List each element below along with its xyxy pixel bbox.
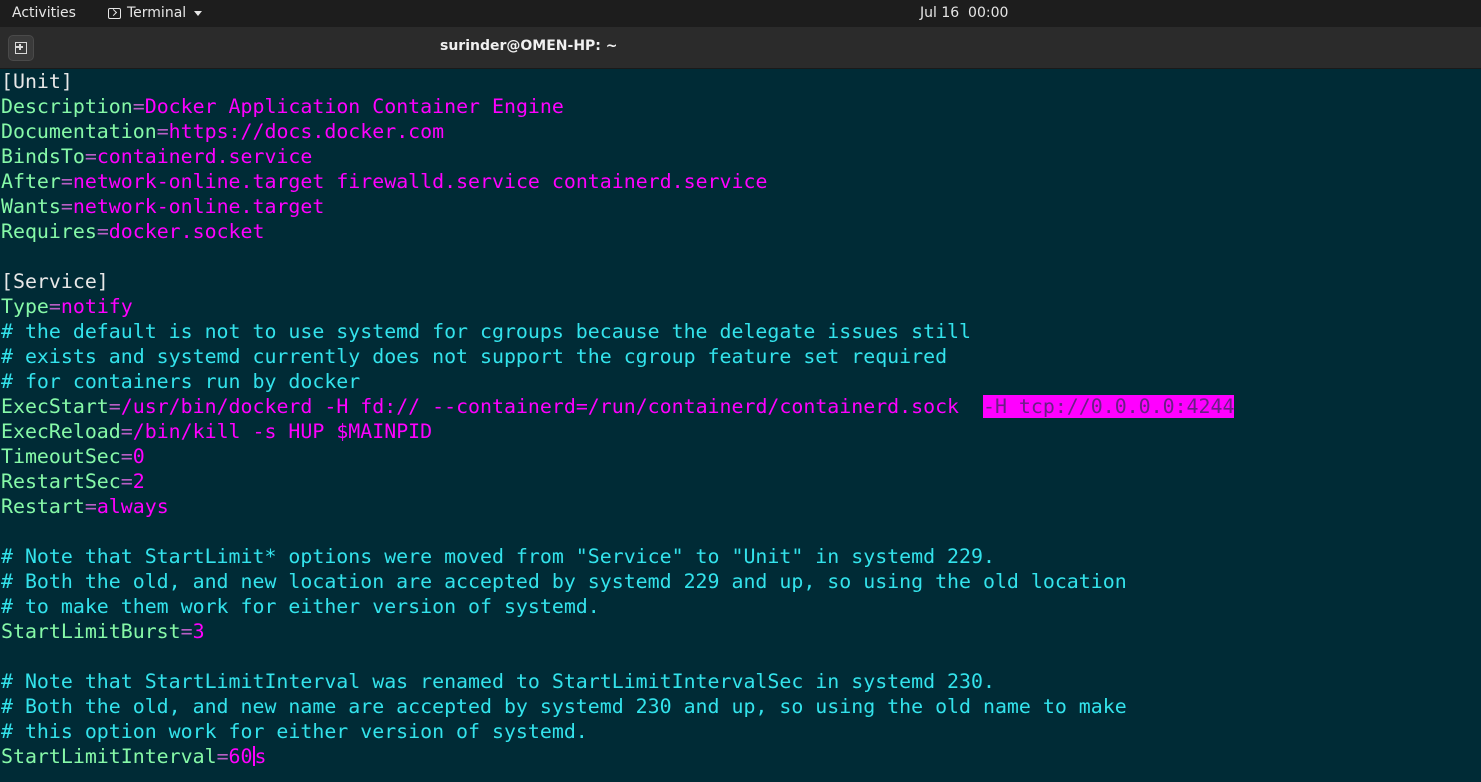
top-bar: Activities Terminal Jul 16 00:00 [0, 0, 1481, 27]
editor-line: # Note that StartLimitInterval was renam… [1, 669, 1234, 694]
equals-sign: = [120, 470, 133, 493]
editor-line: Documentation=https://docs.docker.com [1, 119, 1234, 144]
directive-value: docker.socket [108, 220, 265, 243]
comment-text: # exists and systemd currently does not … [1, 345, 948, 368]
activities-button[interactable]: Activities [12, 5, 76, 21]
directive-key: StartLimitBurst [1, 620, 181, 643]
editor-line: [Unit] [1, 69, 1234, 94]
comment-text: # for containers run by docker [1, 370, 361, 393]
terminal-header-bar: surinder@OMEN-HP: ~ [0, 27, 1481, 69]
directive-key: Requires [1, 220, 97, 243]
editor-line: # Both the old, and new name are accepte… [1, 694, 1234, 719]
directive-value: 60 [228, 745, 253, 768]
directive-key: Type [1, 295, 49, 318]
section-header: [Unit] [1, 70, 73, 93]
directive-key: TimeoutSec [1, 445, 121, 468]
directive-value: network-online.target [72, 195, 325, 218]
editor-line: StartLimitBurst=3 [1, 619, 1234, 644]
directive-value: 0 [132, 445, 145, 468]
editor-line: StartLimitInterval=60 s [1, 744, 1234, 769]
editor-line: # this option work for either version of… [1, 719, 1234, 744]
editor-line: Restart=always [1, 494, 1234, 519]
editor-line: # the default is not to use systemd for … [1, 319, 1234, 344]
directive-key: Documentation [1, 120, 157, 143]
editor-line: # to make them work for either version o… [1, 594, 1234, 619]
editor-line: RestartSec=2 [1, 469, 1234, 494]
equals-sign: = [60, 170, 73, 193]
directive-value: Docker Application Container Engine [144, 95, 564, 118]
equals-sign: = [84, 495, 97, 518]
directive-key: ExecReload [1, 420, 121, 443]
editor-line: Type=notify [1, 294, 1234, 319]
app-menu-terminal[interactable]: Terminal [108, 5, 203, 21]
equals-sign: = [132, 95, 145, 118]
directive-key: ExecStart [1, 395, 109, 418]
directive-key: Restart [1, 495, 85, 518]
editor-line: # for containers run by docker [1, 369, 1234, 394]
editor-line: # Note that StartLimit* options were mov… [1, 544, 1234, 569]
directive-value: always [96, 495, 169, 518]
equals-sign: = [156, 120, 169, 143]
editor-line: Wants=network-online.target [1, 194, 1234, 219]
directive-key: RestartSec [1, 470, 121, 493]
editor-text[interactable]: [Unit] Description=Docker Application Con… [1, 69, 1235, 769]
directive-key: Wants [1, 195, 61, 218]
editor-line: [Service] [1, 269, 1234, 294]
editor-line: Requires=docker.socket [1, 219, 1234, 244]
editor-line: # exists and systemd currently does not … [1, 344, 1234, 369]
equals-sign: = [108, 395, 121, 418]
equals-sign: = [96, 220, 109, 243]
editor-line: BindsTo=containerd.service [1, 144, 1234, 169]
editor-line: TimeoutSec=0 [1, 444, 1234, 469]
equals-sign: = [180, 620, 193, 643]
directive-key: After [1, 170, 61, 193]
directive-value: network-online.target firewalld.service … [72, 170, 768, 193]
comment-text: # Both the old, and new name are accepte… [1, 695, 1127, 718]
window-title: surinder@OMEN-HP: ~ [440, 38, 618, 54]
terminal-icon [108, 7, 121, 19]
comment-text: # the default is not to use systemd for … [1, 320, 971, 343]
editor-line: ExecReload=/bin/kill -s HUP $MAINPID [1, 419, 1234, 444]
equals-sign: = [120, 445, 133, 468]
editor-line: After=network-online.target firewalld.se… [1, 169, 1234, 194]
directive-value: 2 [132, 470, 145, 493]
terminal-content[interactable]: [Unit] Description=Docker Application Con… [0, 69, 1481, 782]
editor-line: # Both the old, and new location are acc… [1, 569, 1234, 594]
directive-value: https://docs.docker.com [168, 120, 445, 143]
search-highlight: -H tcp://0.0.0.0:4244 [982, 395, 1235, 418]
equals-sign: = [60, 195, 73, 218]
directive-value: containerd.service [96, 145, 313, 168]
app-menu-label: Terminal [127, 5, 187, 21]
directive-value: /usr/bin/dockerd -H fd:// --containerd=/… [120, 395, 983, 418]
comment-text: # this option work for either version of… [1, 720, 588, 743]
editor-line: ExecStart=/usr/bin/dockerd -H fd:// --co… [1, 394, 1235, 419]
clock[interactable]: Jul 16 00:00 [920, 5, 1008, 21]
comment-text: # to make them work for either version o… [1, 595, 600, 618]
directive-value: /bin/kill -s HUP $MAINPID [132, 420, 433, 443]
equals-sign: = [120, 420, 133, 443]
comment-text: # Note that StartLimitInterval was renam… [1, 670, 995, 693]
directive-key: Description [1, 95, 133, 118]
equals-sign: = [216, 745, 229, 768]
directive-value: 3 [192, 620, 205, 643]
directive-value: notify [60, 295, 133, 318]
chevron-down-icon [194, 10, 203, 16]
comment-text: # Note that StartLimit* options were mov… [1, 545, 995, 568]
directive-key: BindsTo [1, 145, 85, 168]
directive-key: StartLimitInterval [1, 745, 217, 768]
editor-line: Description=Docker Application Container… [1, 94, 1234, 119]
equals-sign: = [48, 295, 61, 318]
equals-sign: = [84, 145, 97, 168]
directive-value-tail: s [254, 745, 267, 768]
section-header: [Service] [1, 270, 109, 293]
comment-text: # Both the old, and new location are acc… [1, 570, 1127, 593]
